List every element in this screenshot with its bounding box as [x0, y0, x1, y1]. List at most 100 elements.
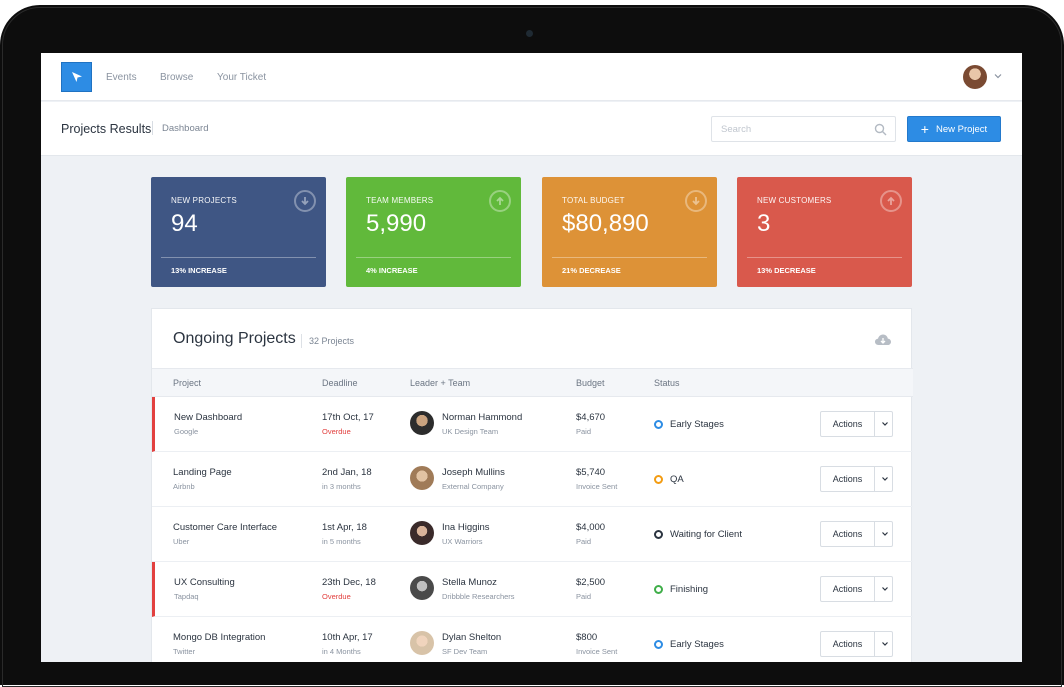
deadline-note: Overdue [322, 427, 351, 436]
search-box [711, 116, 896, 142]
search-icon[interactable] [874, 123, 887, 136]
stat-divider [356, 257, 511, 258]
top-nav: Events Browse Your Ticket [41, 53, 1022, 101]
project-name[interactable]: Landing Page [173, 467, 232, 478]
new-project-button[interactable]: + New Project [907, 116, 1001, 142]
chevron-down-icon[interactable] [876, 632, 893, 656]
team-name: UK Design Team [442, 427, 499, 436]
breadcrumb[interactable]: Dashboard [162, 123, 208, 134]
arrow-up-icon [489, 190, 511, 212]
stat-value: $80,890 [562, 210, 649, 237]
table-row[interactable]: Mongo DB Integration Twitter 10th Apr, 1… [152, 617, 913, 662]
cloud-download-icon[interactable] [874, 333, 892, 347]
stat-label: NEW CUSTOMERS [757, 196, 832, 205]
stat-value: 3 [757, 210, 771, 237]
column-header-budget[interactable]: Budget [576, 378, 605, 388]
budget-note: Invoice Sent [576, 647, 618, 656]
actions-button[interactable]: Actions [821, 412, 875, 436]
logo[interactable] [61, 62, 92, 92]
actions-dropdown[interactable]: Actions [820, 576, 893, 602]
nav-link-browse[interactable]: Browse [160, 72, 193, 83]
stat-card-team-members[interactable]: TEAM MEMBERS 5,990 4% INCREASE [346, 177, 521, 287]
stat-card-total-budget[interactable]: TOTAL BUDGET $80,890 21% DECREASE [542, 177, 717, 287]
status-indicator [654, 640, 663, 649]
actions-button[interactable]: Actions [821, 522, 875, 546]
deadline-date: 10th Apr, 17 [322, 632, 373, 643]
table-row[interactable]: Landing Page Airbnb 2nd Jan, 18 in 3 mon… [152, 452, 913, 507]
budget-amount: $4,670 [576, 412, 606, 423]
column-header-leader-team[interactable]: Leader + Team [410, 378, 470, 388]
arrow-down-icon [685, 190, 707, 212]
leader-name[interactable]: Dylan Shelton [442, 632, 501, 643]
actions-button[interactable]: Actions [821, 467, 875, 491]
chevron-down-icon[interactable] [876, 412, 893, 436]
project-name[interactable]: UX Consulting [174, 577, 235, 588]
page-header: Projects Results Dashboard + New Project [41, 102, 1022, 156]
actions-button[interactable]: Actions [821, 577, 875, 601]
project-name[interactable]: Customer Care Interface [173, 522, 277, 533]
column-header-project[interactable]: Project [173, 378, 201, 388]
stat-divider [161, 257, 316, 258]
project-name[interactable]: New Dashboard [174, 412, 242, 423]
actions-dropdown[interactable]: Actions [820, 411, 893, 437]
team-name: UX Warriors [442, 537, 483, 546]
deadline-note: Overdue [322, 592, 351, 601]
deadline-date: 23th Dec, 18 [322, 577, 376, 588]
leader-name[interactable]: Joseph Mullins [442, 467, 505, 478]
ongoing-projects-panel: Ongoing Projects 32 Projects Project Dea… [151, 308, 913, 662]
leader-avatar[interactable] [410, 631, 434, 655]
stat-card-new-projects[interactable]: NEW PROJECTS 94 13% INCREASE [151, 177, 326, 287]
table-row[interactable]: New Dashboard Google 17th Oct, 17 Overdu… [152, 397, 913, 452]
team-name: Dribbble Researchers [442, 592, 515, 601]
actions-dropdown[interactable]: Actions [820, 631, 893, 657]
project-client: Google [174, 427, 199, 436]
page-title: Projects Results [61, 122, 152, 136]
leader-name[interactable]: Norman Hammond [442, 412, 522, 423]
stat-label: TOTAL BUDGET [562, 196, 625, 205]
stat-card-new-customers[interactable]: NEW CUSTOMERS 3 13% DECREASE [737, 177, 912, 287]
column-header-deadline[interactable]: Deadline [322, 378, 358, 388]
nav-link-your-ticket[interactable]: Your Ticket [217, 72, 266, 83]
stat-footnote: 13% INCREASE [171, 266, 227, 275]
chevron-down-icon[interactable] [876, 577, 893, 601]
leader-name[interactable]: Ina Higgins [442, 522, 490, 533]
project-client: Tapdaq [174, 592, 199, 601]
paper-plane-icon [71, 72, 82, 82]
deadline-note: in 3 months [322, 482, 361, 491]
breadcrumb-divider [152, 121, 153, 135]
leader-avatar[interactable] [410, 521, 434, 545]
budget-note: Invoice Sent [576, 482, 618, 491]
project-name[interactable]: Mongo DB Integration [173, 632, 265, 643]
status-indicator [654, 585, 663, 594]
project-client: Airbnb [173, 482, 195, 491]
table-row[interactable]: Customer Care Interface Uber 1st Apr, 18… [152, 507, 913, 562]
status-label: Early Stages [670, 419, 724, 430]
budget-note: Paid [576, 537, 592, 546]
leader-name[interactable]: Stella Munoz [442, 577, 497, 588]
search-input[interactable] [721, 122, 861, 136]
chevron-down-icon[interactable] [876, 467, 893, 491]
status-indicator [654, 530, 663, 539]
actions-dropdown[interactable]: Actions [820, 521, 893, 547]
team-name: External Company [442, 482, 504, 491]
leader-avatar[interactable] [410, 411, 434, 435]
leader-avatar[interactable] [410, 576, 434, 600]
actions-button[interactable]: Actions [821, 632, 875, 656]
status-label: Early Stages [670, 639, 724, 650]
leader-avatar[interactable] [410, 466, 434, 490]
table-row[interactable]: UX Consulting Tapdaq 23th Dec, 18 Overdu… [152, 562, 913, 617]
app-screen: Events Browse Your Ticket Projects Resul… [41, 53, 1022, 662]
column-header-status[interactable]: Status [654, 378, 680, 388]
actions-dropdown[interactable]: Actions [820, 466, 893, 492]
nav-link-events[interactable]: Events [106, 72, 137, 83]
status-label: Waiting for Client [670, 529, 742, 540]
plus-icon: + [920, 121, 929, 137]
user-avatar[interactable] [963, 65, 987, 89]
chevron-down-icon[interactable] [876, 522, 893, 546]
chevron-down-icon[interactable] [993, 71, 1003, 81]
arrow-down-icon [294, 190, 316, 212]
stat-divider [747, 257, 902, 258]
table-header: Project Deadline Leader + Team Budget St… [152, 368, 913, 397]
deadline-date: 2nd Jan, 18 [322, 467, 372, 478]
budget-amount: $2,500 [576, 577, 606, 588]
